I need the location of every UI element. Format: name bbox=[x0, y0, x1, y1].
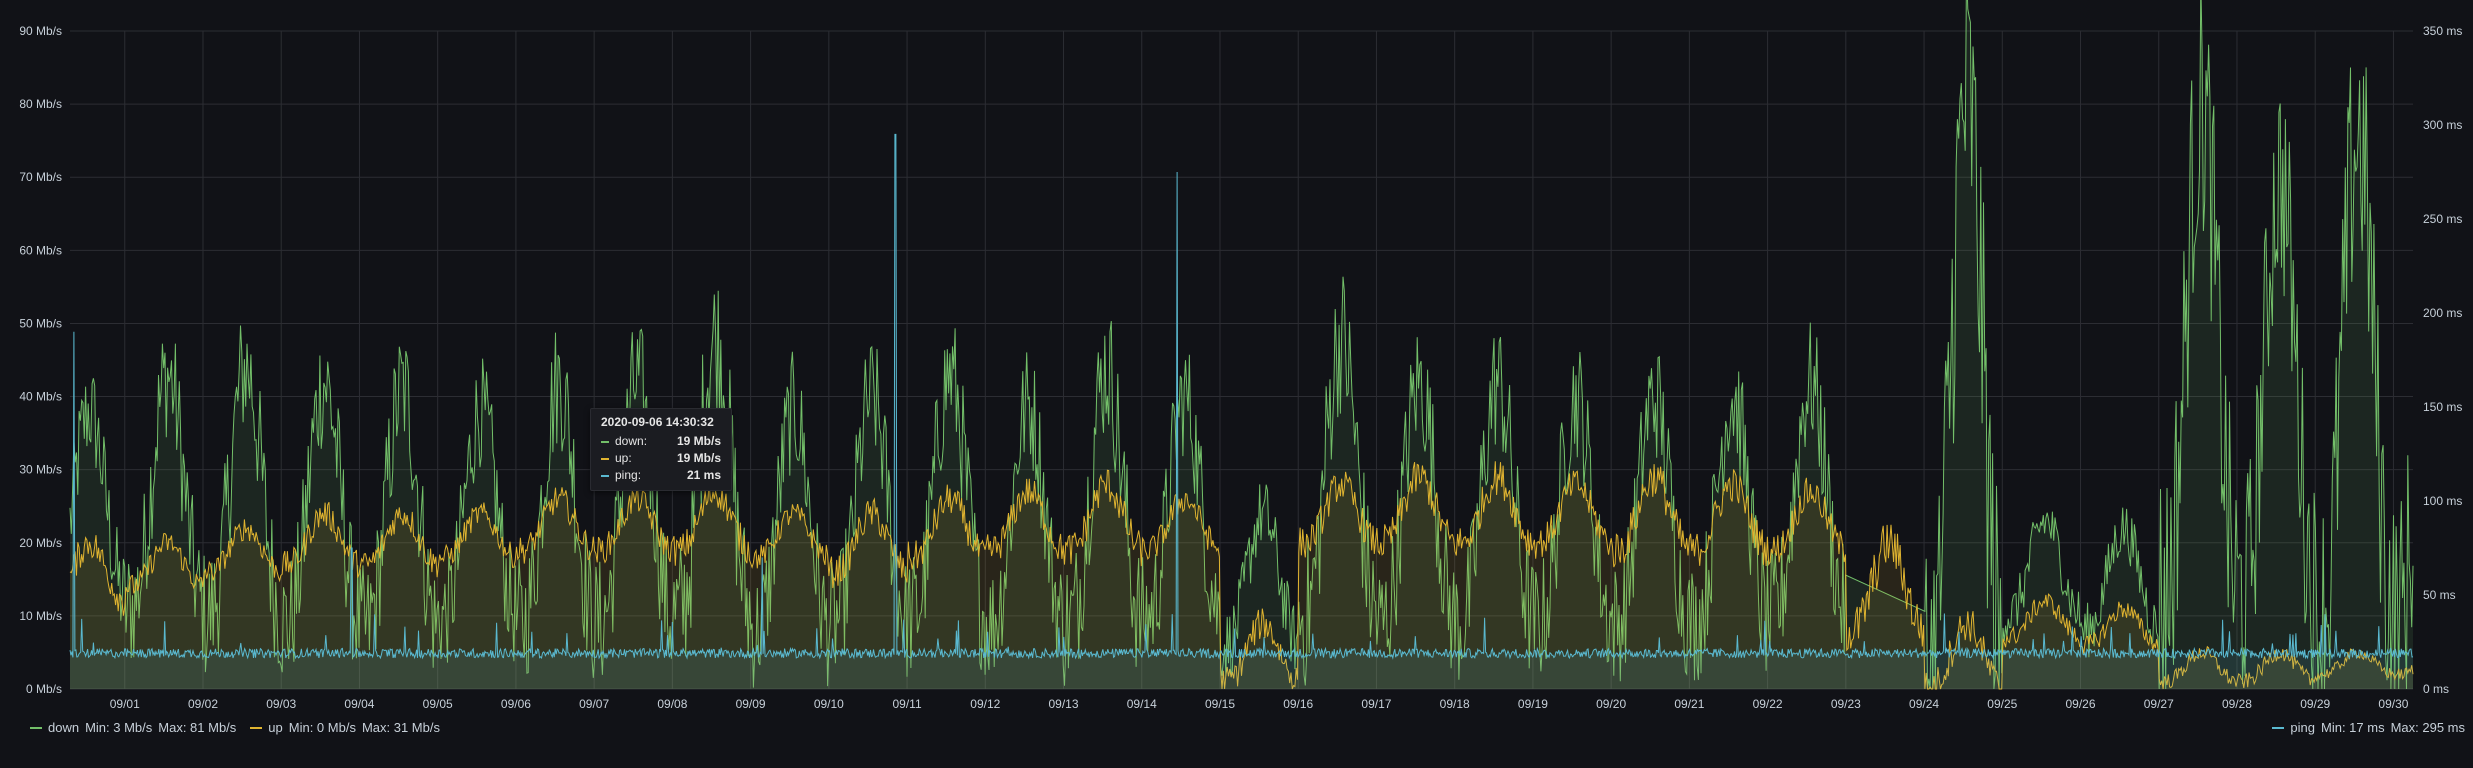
tooltip-value: 21 ms bbox=[686, 468, 721, 482]
legend-left: down Min: 3 Mb/s Max: 81 Mb/s up Min: 0 … bbox=[30, 720, 440, 735]
up-swatch-icon bbox=[250, 726, 263, 729]
x-tick-label: 09/12 bbox=[970, 697, 1000, 711]
x-tick-label: 09/27 bbox=[2144, 697, 2174, 711]
x-tick-label: 09/15 bbox=[1205, 697, 1235, 711]
x-tick-label: 09/21 bbox=[1674, 697, 1704, 711]
y-right-tick-label: 300 ms bbox=[2423, 118, 2462, 132]
y-left-tick-label: 30 Mb/s bbox=[19, 463, 62, 477]
y-left-tick-label: 0 Mb/s bbox=[26, 682, 62, 696]
tooltip-value: 19 Mb/s bbox=[677, 451, 722, 465]
x-tick-label: 09/10 bbox=[814, 697, 844, 711]
x-tick-label: 09/22 bbox=[1753, 697, 1783, 711]
y-right-tick-label: 100 ms bbox=[2423, 494, 2462, 508]
x-tick-label: 09/24 bbox=[1909, 697, 1939, 711]
ping-swatch-icon bbox=[2272, 726, 2285, 729]
y-right-tick-label: 0 ms bbox=[2423, 682, 2449, 696]
x-tick-label: 09/05 bbox=[423, 697, 453, 711]
y-left-tick-label: 60 Mb/s bbox=[19, 243, 62, 257]
tooltip-name: ping: bbox=[615, 468, 642, 482]
legend-item-ping[interactable]: ping Min: 17 ms Max: 295 ms bbox=[2272, 720, 2465, 735]
x-tick-label: 09/03 bbox=[266, 697, 296, 711]
series-layer bbox=[69, 0, 2414, 690]
legend-max: Max: 295 ms bbox=[2390, 720, 2465, 735]
y-left-tick-label: 20 Mb/s bbox=[19, 536, 62, 550]
y-left-tick-label: 90 Mb/s bbox=[19, 24, 62, 38]
y-right-tick-label: 250 ms bbox=[2423, 212, 2462, 226]
legend-max: Max: 31 Mb/s bbox=[361, 720, 440, 735]
tooltip-name: down: bbox=[615, 434, 648, 448]
tooltip-row-down: down: 19 Mb/s bbox=[601, 433, 721, 450]
x-axis: 09/01 09/02 09/03 09/04 09/05 09/06 09/07 09/08… bbox=[110, 697, 2409, 711]
legend-label: down bbox=[48, 720, 80, 735]
x-tick-label: 09/23 bbox=[1831, 697, 1861, 711]
tooltip-name: up: bbox=[615, 451, 632, 465]
y-left-tick-label: 40 Mb/s bbox=[19, 390, 62, 404]
y-left-tick-label: 80 Mb/s bbox=[19, 97, 62, 111]
x-tick-label: 09/01 bbox=[110, 697, 140, 711]
x-tick-label: 09/06 bbox=[501, 697, 531, 711]
x-tick-label: 09/13 bbox=[1049, 697, 1079, 711]
x-tick-label: 09/16 bbox=[1283, 697, 1313, 711]
tooltip-row-up: up: 19 Mb/s bbox=[601, 450, 721, 467]
x-tick-label: 09/30 bbox=[2378, 697, 2408, 711]
tooltip-row-ping: ping: 21 ms bbox=[601, 467, 721, 484]
y-right-tick-label: 150 ms bbox=[2423, 400, 2462, 414]
y-left-tick-label: 10 Mb/s bbox=[19, 609, 62, 623]
x-tick-label: 09/18 bbox=[1440, 697, 1470, 711]
y-right-tick-label: 50 ms bbox=[2423, 588, 2456, 602]
x-tick-label: 09/04 bbox=[344, 697, 374, 711]
down-swatch-icon bbox=[601, 440, 609, 443]
y-left-tick-label: 70 Mb/s bbox=[19, 170, 62, 184]
up-swatch-icon bbox=[601, 457, 609, 460]
x-tick-label: 09/20 bbox=[1596, 697, 1626, 711]
legend-item-up[interactable]: up Min: 0 Mb/s Max: 31 Mb/s bbox=[250, 720, 440, 735]
legend-min: Min: 3 Mb/s bbox=[85, 720, 153, 735]
legend-right: ping Min: 17 ms Max: 295 ms bbox=[2272, 720, 2465, 735]
x-tick-label: 09/09 bbox=[736, 697, 766, 711]
x-tick-label: 09/08 bbox=[657, 697, 687, 711]
left-axis: 0 Mb/s 10 Mb/s 20 Mb/s 30 Mb/s 40 Mb/s 50 Mb/… bbox=[19, 24, 62, 696]
legend-label: up bbox=[268, 720, 283, 735]
legend-label: ping bbox=[2290, 720, 2315, 735]
x-tick-label: 09/19 bbox=[1518, 697, 1548, 711]
y-right-tick-label: 200 ms bbox=[2423, 306, 2462, 320]
hover-tooltip: 2020-09-06 14:30:32 down: 19 Mb/s up: 19… bbox=[590, 408, 732, 491]
legend-max: Max: 81 Mb/s bbox=[158, 720, 237, 735]
x-tick-label: 09/07 bbox=[579, 697, 609, 711]
x-tick-label: 09/02 bbox=[188, 697, 218, 711]
x-tick-label: 09/28 bbox=[2222, 697, 2252, 711]
legend-min: Min: 0 Mb/s bbox=[288, 720, 356, 735]
x-tick-label: 09/11 bbox=[892, 697, 921, 711]
x-tick-label: 09/17 bbox=[1361, 697, 1391, 711]
x-tick-label: 09/26 bbox=[2066, 697, 2096, 711]
network-speed-chart[interactable]: 0 Mb/s 10 Mb/s 20 Mb/s 30 Mb/s 40 Mb/s 50 Mb/… bbox=[0, 0, 2473, 768]
x-tick-label: 09/14 bbox=[1127, 697, 1157, 711]
y-right-tick-label: 350 ms bbox=[2423, 24, 2462, 38]
x-tick-label: 09/29 bbox=[2300, 697, 2330, 711]
tooltip-value: 19 Mb/s bbox=[677, 434, 722, 448]
ping-swatch-icon bbox=[601, 474, 609, 477]
y-left-tick-label: 50 Mb/s bbox=[19, 316, 62, 330]
right-axis: 0 ms 50 ms 100 ms 150 ms 200 ms 250 ms 300 ms 3… bbox=[2423, 24, 2462, 696]
tooltip-time: 2020-09-06 14:30:32 bbox=[601, 415, 714, 429]
down-swatch-icon bbox=[30, 726, 42, 729]
x-tick-label: 09/25 bbox=[1987, 697, 2017, 711]
legend-item-down[interactable]: down Min: 3 Mb/s Max: 81 Mb/s bbox=[30, 720, 236, 735]
legend-min: Min: 17 ms bbox=[2321, 720, 2385, 735]
